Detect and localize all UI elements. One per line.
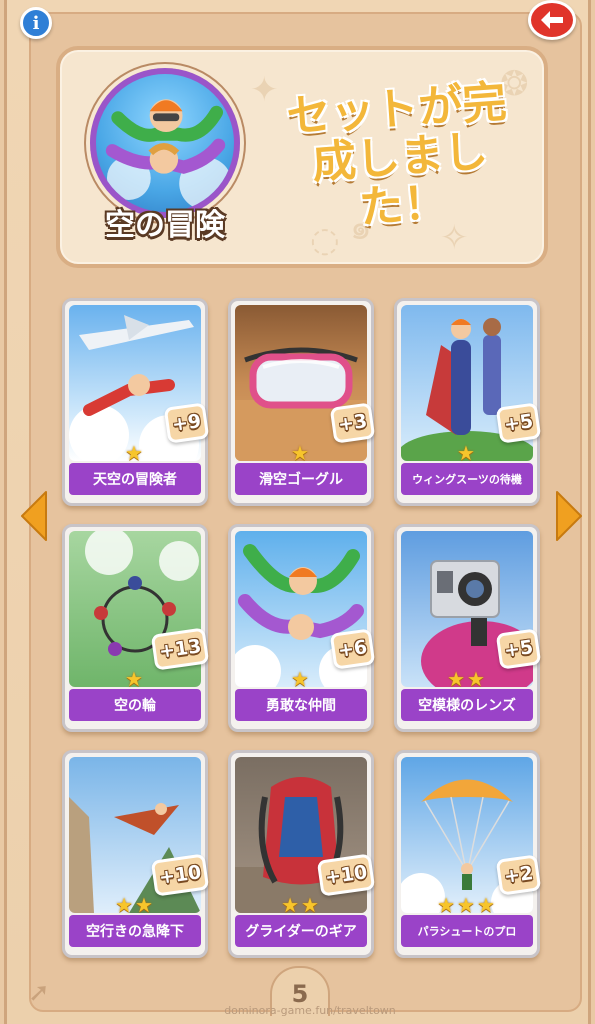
card-bonus-badge: +5 xyxy=(495,402,542,444)
set-complete-message: セットが完成しました！ xyxy=(285,76,509,234)
card-stars: ★ xyxy=(125,667,145,691)
set-portrait xyxy=(90,68,240,218)
card-bonus-badge: +10 xyxy=(150,853,210,897)
card-name: 滑空ゴーグル xyxy=(235,463,367,495)
card-name: 空の輪 xyxy=(69,689,201,721)
card-sky-adventurer[interactable]: ★ +9 天空の冒険者 xyxy=(62,298,210,506)
card-bonus-badge: +2 xyxy=(495,854,542,896)
card-bonus-badge: +9 xyxy=(163,402,210,444)
card-bonus-badge: +3 xyxy=(329,402,376,444)
card-bonus-badge: +10 xyxy=(316,853,376,897)
card-name: 勇敢な仲間 xyxy=(235,689,367,721)
card-stars: ★★ xyxy=(115,893,155,917)
watermark: dominora-game.fun/traveltown xyxy=(224,1004,396,1017)
next-page-arrow-icon[interactable] xyxy=(553,488,585,544)
card-stars: ★★ xyxy=(447,667,487,691)
card-parachute-pro[interactable]: ★★★ +2 パラシュートのプロ xyxy=(394,750,542,958)
card-skyward-dive[interactable]: ★★ +10 空行きの急降下 xyxy=(62,750,210,958)
card-stars: ★★ xyxy=(281,893,321,917)
page-corner-icon: ➚ xyxy=(28,978,50,1008)
card-stars: ★ xyxy=(291,667,311,691)
set-name: 空の冒険 xyxy=(105,208,225,243)
card-name: グライダーのギア xyxy=(235,915,367,947)
info-icon: i xyxy=(32,12,40,34)
back-arrow-icon xyxy=(541,11,563,29)
card-bonus-badge: +13 xyxy=(150,627,210,671)
card-name: パラシュートのプロ xyxy=(401,915,533,947)
card-name: 天空の冒険者 xyxy=(69,463,201,495)
set-complete-banner: ✦ ๑ ✧ ❂ ◌ 空の冒険 セットが完成しました！ xyxy=(56,46,548,268)
card-stars: ★ xyxy=(125,441,145,465)
card-sky-ring[interactable]: ★ +13 空の輪 xyxy=(62,524,210,732)
card-bonus-badge: +5 xyxy=(495,628,542,670)
card-glider-gear[interactable]: ★★ +10 グライダーのギア xyxy=(228,750,376,958)
card-brave-companions[interactable]: ★ +6 勇敢な仲間 xyxy=(228,524,376,732)
card-gliding-goggles[interactable]: ★ +3 滑空ゴーグル xyxy=(228,298,376,506)
back-button[interactable] xyxy=(528,0,576,40)
card-stars: ★ xyxy=(291,441,311,465)
card-stars: ★ xyxy=(457,441,477,465)
info-button[interactable]: i xyxy=(20,7,52,39)
card-stars: ★★★ xyxy=(437,893,497,917)
card-wingsuit-standby[interactable]: ★ +5 ウィングスーツの待機 xyxy=(394,298,542,506)
card-bonus-badge: +6 xyxy=(329,628,376,670)
previous-page-arrow-icon[interactable] xyxy=(18,488,50,544)
card-name: ウィングスーツの待機 xyxy=(401,463,533,495)
card-name: 空模様のレンズ xyxy=(401,689,533,721)
skydivers-image xyxy=(105,99,232,210)
card-sky-lens[interactable]: ★★ +5 空模様のレンズ xyxy=(394,524,542,732)
card-name: 空行きの急降下 xyxy=(69,915,201,947)
